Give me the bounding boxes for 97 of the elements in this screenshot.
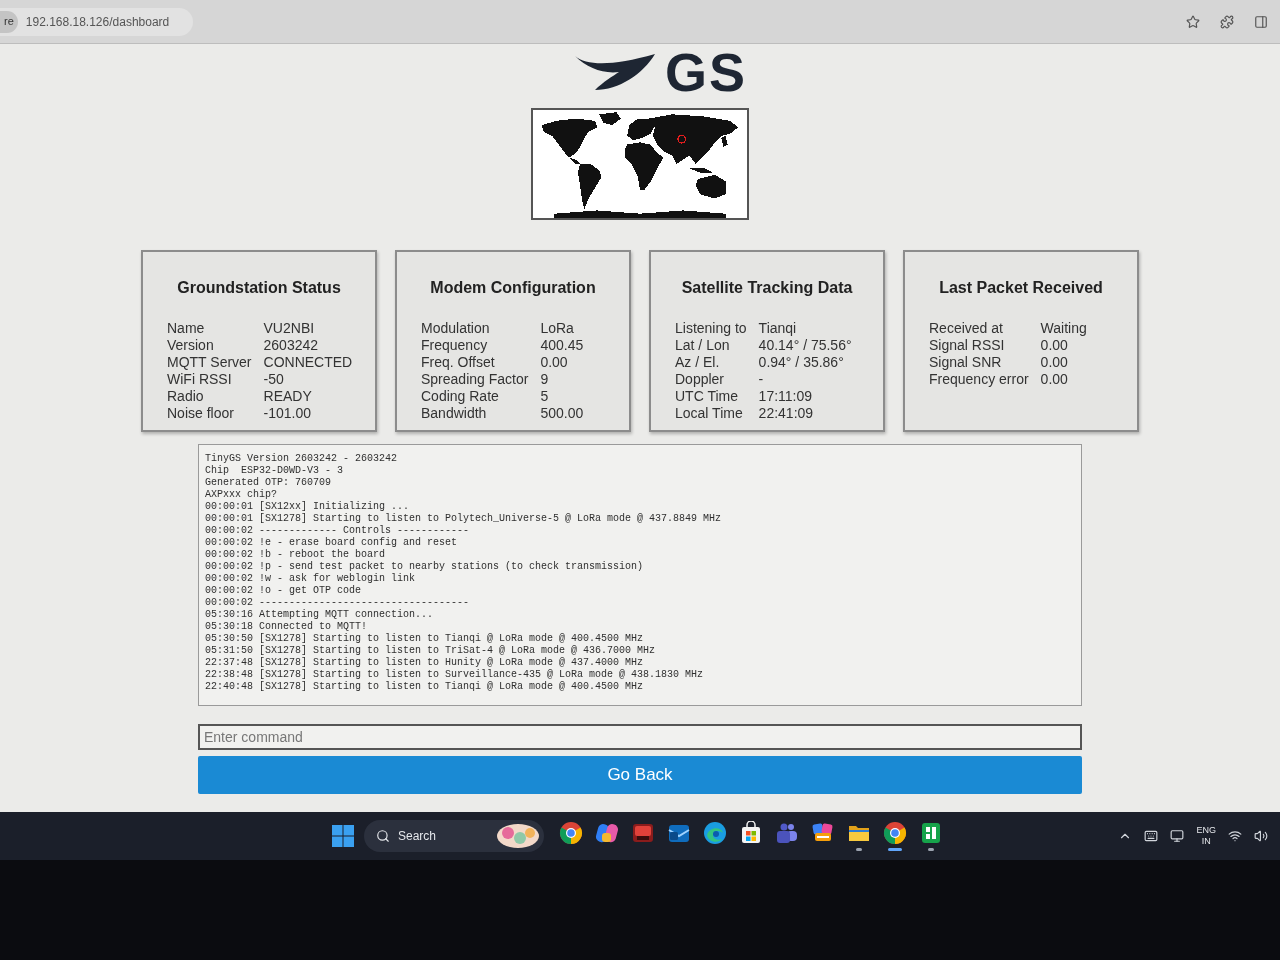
log-line: 22:38:48 [SX1278] Starting to listen to Surveillance-435 @ LoRa mode @ 438.1830 MHz xyxy=(205,669,704,681)
field-value: 0.00 xyxy=(1040,337,1069,354)
field-label: Noise floor xyxy=(167,405,235,422)
log-line: 00:00:02 !o - get OTP code xyxy=(205,585,362,597)
field-value: -50 xyxy=(263,371,285,388)
log-line: 05:30:16 Attempting MQTT connection... xyxy=(205,609,434,621)
card-title: Modem Configuration xyxy=(429,278,597,298)
search-highlight-picture xyxy=(496,823,540,849)
field-value: CONNECTED xyxy=(263,354,354,371)
log-line: 00:00:02 ------------- Controls ------------ xyxy=(205,525,470,537)
keyboard-icon[interactable] xyxy=(1144,829,1159,843)
field-value: 22:41:09 xyxy=(758,405,815,422)
wifi-icon[interactable] xyxy=(1228,829,1242,843)
log-line: 00:00:01 [SX12xx] Initializing ... xyxy=(205,501,410,513)
log-line: 00:00:02 !w - ask for weblogin link xyxy=(205,573,416,585)
wave-icon[interactable] xyxy=(703,821,727,845)
field-label: Az / El. xyxy=(675,354,721,371)
field-label: Name xyxy=(167,320,206,337)
field-value: -101.00 xyxy=(263,405,312,422)
security-chip[interactable]: re xyxy=(0,10,18,33)
search-icon xyxy=(376,829,390,843)
field-label: Version xyxy=(167,337,215,354)
field-label: Radio xyxy=(167,388,205,405)
field-label: Modulation xyxy=(421,320,491,337)
field-value: 0.00 xyxy=(1040,371,1069,388)
field-value: 5 xyxy=(540,388,550,405)
field-value: - xyxy=(758,371,765,388)
field-value: LoRa xyxy=(540,320,575,337)
field-label: WiFi RSSI xyxy=(167,371,233,388)
log-line: 00:00:02 !e - erase board config and reset xyxy=(205,537,458,549)
field-label: MQTT Server xyxy=(167,354,252,371)
extensions-icon[interactable] xyxy=(1220,14,1234,29)
field-value: READY xyxy=(263,388,313,405)
field-label: Signal SNR xyxy=(929,354,1003,371)
field-label: Frequency error xyxy=(929,371,1029,388)
log-line: Chip ESP32-D0WD-V3 - 3 xyxy=(205,465,344,477)
log-line: 05:30:50 [SX1278] Starting to listen to Tianqi @ LoRa mode @ 400.4500 MHz xyxy=(205,633,644,645)
browser-icon[interactable] xyxy=(883,821,907,845)
log-line: 00:00:02 ----------------------------------- xyxy=(205,597,470,609)
field-value: 2603242 xyxy=(263,337,320,354)
log-line: Generated OTP: 760709 xyxy=(205,477,332,489)
field-value: Tianqi xyxy=(758,320,798,337)
field-label: Frequency xyxy=(421,337,489,354)
card-title: Satellite Tracking Data xyxy=(680,278,854,298)
field-label: Lat / Lon xyxy=(675,337,731,354)
field-value: Waiting xyxy=(1040,320,1088,337)
field-label: Listening to xyxy=(675,320,747,337)
field-value: 40.14° / 75.56° xyxy=(758,337,853,354)
address-bar[interactable]: re 192.168.18.126/dashboard xyxy=(0,7,194,36)
field-label: UTC Time xyxy=(675,388,739,405)
field-label: Spreading Factor xyxy=(421,371,529,388)
card-title: Last Packet Received xyxy=(938,278,1104,298)
field-value: 0.94° / 35.86° xyxy=(758,354,845,371)
log-line: 00:00:02 !b - reboot the board xyxy=(205,549,386,561)
field-label: Doppler xyxy=(675,371,726,388)
monitor-icon[interactable] xyxy=(1170,829,1185,843)
log-line: 00:00:02 !p - send test packet to nearby stations (to check transmission) xyxy=(205,561,644,573)
url-text: 192.168.18.126/dashboard xyxy=(25,13,170,31)
field-value: 0.00 xyxy=(1040,354,1069,371)
field-label: Coding Rate xyxy=(421,388,500,405)
people-icon[interactable] xyxy=(775,821,799,845)
field-label: Local Time xyxy=(675,405,744,422)
location-marker-icon xyxy=(677,134,687,144)
log-line: TinyGS Version 2603242 - 2603242 xyxy=(205,453,398,465)
sparkle-icon[interactable] xyxy=(595,821,619,845)
log-line: 05:31:50 [SX1278] Starting to listen to TriSat-4 @ LoRa mode @ 436.7000 MHz xyxy=(205,645,656,657)
command-input[interactable]: Enter command xyxy=(198,724,1082,750)
shopping-bag-icon[interactable] xyxy=(739,821,763,845)
logo-text: GS xyxy=(665,45,747,99)
field-value: 400.45 xyxy=(540,337,585,354)
field-value: 0.00 xyxy=(540,354,569,371)
field-label: Signal RSSI xyxy=(929,337,1006,354)
go-back-button[interactable]: Go Back xyxy=(198,756,1082,794)
volume-icon[interactable] xyxy=(1254,829,1268,843)
language-label[interactable]: ENG xyxy=(1196,825,1216,836)
sheet-icon[interactable] xyxy=(919,821,943,845)
bookmark-star-icon[interactable] xyxy=(1186,14,1200,29)
field-value: 17:11:09 xyxy=(758,388,814,405)
side-panel-icon[interactable] xyxy=(1254,14,1268,29)
browser-icon[interactable] xyxy=(559,821,583,845)
field-value: 500.00 xyxy=(540,405,585,422)
field-label: Received at xyxy=(929,320,1004,337)
field-value: 9 xyxy=(540,371,550,388)
region-label[interactable]: IN xyxy=(1201,836,1211,847)
log-line: 22:37:48 [SX1278] Starting to listen to Hunity @ LoRa mode @ 437.4000 MHz xyxy=(205,657,644,669)
card-title: Groundstation Status xyxy=(176,278,342,298)
log-line: AXPxxx chip? xyxy=(205,489,277,501)
search-field[interactable]: Search xyxy=(398,827,488,845)
windows-start-icon[interactable] xyxy=(332,825,354,847)
field-label: Freq. Offset xyxy=(421,354,496,371)
field-label: Bandwidth xyxy=(421,405,488,422)
log-line: 22:40:48 [SX1278] Starting to listen to Tianqi @ LoRa mode @ 400.4500 MHz xyxy=(205,681,644,693)
log-line: 00:00:01 [SX1278] Starting to listen to Polytech_Universe-5 @ LoRa mode @ 437.8849 MHz xyxy=(205,513,722,525)
toolbox-icon[interactable] xyxy=(631,821,655,845)
field-value: VU2NBI xyxy=(263,320,316,337)
search-bar[interactable]: Search xyxy=(364,820,544,852)
log-line: 05:30:18 Connected to MQTT! xyxy=(205,621,368,633)
